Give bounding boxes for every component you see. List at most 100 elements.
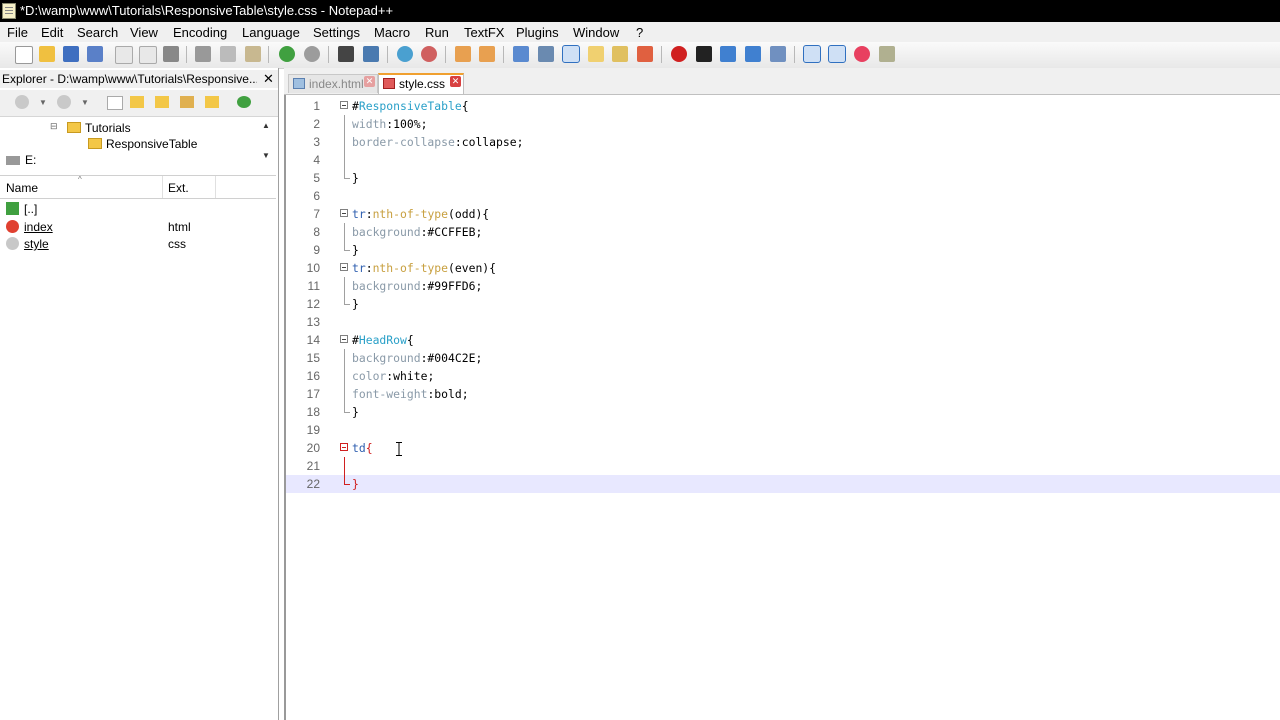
menu-view[interactable]: View [130,25,158,40]
fold-toggle-icon[interactable] [340,263,348,271]
language-folder-icon[interactable] [588,46,604,62]
forward-icon[interactable] [57,95,71,109]
tree-item-tutorials[interactable]: Tutorials [67,121,131,135]
scroll-up-icon[interactable]: ▲ [262,121,272,130]
column-name[interactable]: Name [6,181,38,195]
menu-edit[interactable]: Edit [41,25,63,40]
sync-horizontal-icon[interactable] [479,46,495,62]
play-macro-icon[interactable] [720,46,736,62]
code-line[interactable]: 12 } [286,295,1280,313]
code-line[interactable]: 3 border-collapse:collapse; [286,133,1280,151]
fold-toggle-icon[interactable] [340,335,348,343]
code-line[interactable]: 10 tr:nth-of-type(even){ [286,259,1280,277]
open-folder-icon[interactable] [155,96,169,108]
auto-spell-check-icon[interactable] [828,45,846,63]
code-line[interactable]: 20 td{ [286,439,1280,457]
column-divider[interactable] [215,176,216,198]
menu-plugins[interactable]: Plugins [516,25,559,40]
code-line[interactable]: 1 #ResponsiveTable{ [286,97,1280,115]
heart-icon[interactable] [854,46,870,62]
run-macro-multiple-icon[interactable] [745,46,761,62]
fold-toggle-icon[interactable] [340,209,348,217]
list-item[interactable]: index html [0,218,276,235]
code-line[interactable]: 4 [286,151,1280,169]
stop-macro-icon[interactable] [696,46,712,62]
scroll-down-icon[interactable]: ▼ [262,151,272,160]
record-macro-icon[interactable] [671,46,687,62]
menu-textfx[interactable]: TextFX [464,25,504,40]
code-line[interactable]: 6 [286,187,1280,205]
print-icon[interactable] [163,46,179,62]
sync-vertical-icon[interactable] [455,46,471,62]
save-icon[interactable] [63,46,79,62]
code-line[interactable]: 16 color:white; [286,367,1280,385]
column-divider[interactable] [162,176,163,198]
code-line[interactable]: 2 width:100%; [286,115,1280,133]
code-line[interactable]: 19 [286,421,1280,439]
tree-item-responsivetable[interactable]: ResponsiveTable [88,137,197,151]
menu-macro[interactable]: Macro [374,25,410,40]
current-code-line[interactable]: 22 } [286,475,1280,493]
back-icon[interactable] [15,95,29,109]
code-line[interactable]: 7 tr:nth-of-type(odd){ [286,205,1280,223]
fold-toggle-icon[interactable] [340,443,348,451]
close-all-icon[interactable] [139,46,157,64]
paste-icon[interactable] [245,46,261,62]
menu-language[interactable]: Language [242,25,300,40]
indent-guide-icon[interactable] [562,45,580,63]
menu-help[interactable]: ? [636,25,643,40]
open-file-icon[interactable] [39,46,55,62]
column-ext[interactable]: Ext. [168,181,189,195]
spell-check-icon[interactable] [803,45,821,63]
code-line[interactable]: 9 } [286,241,1280,259]
save-macro-icon[interactable] [770,46,786,62]
code-line[interactable]: 8 background:#CCFFEB; [286,223,1280,241]
back-dropdown-icon[interactable]: ▼ [39,98,47,107]
zoom-out-icon[interactable] [421,46,437,62]
code-line[interactable]: 21 [286,457,1280,475]
copy-icon[interactable] [220,46,236,62]
close-tab-icon[interactable]: ✕ [450,76,461,87]
code-line[interactable]: 11 background:#99FFD6; [286,277,1280,295]
replace-icon[interactable] [363,46,379,62]
menu-search[interactable]: Search [77,25,118,40]
user-folder-icon[interactable] [180,96,194,108]
plugin-icon[interactable] [879,46,895,62]
close-icon[interactable] [115,46,133,64]
close-tab-icon[interactable]: ✕ [364,76,375,87]
function-list-icon[interactable] [637,46,653,62]
word-wrap-icon[interactable] [513,46,529,62]
close-icon[interactable]: ✕ [263,71,274,87]
menu-run[interactable]: Run [425,25,449,40]
code-line[interactable]: 17 font-weight:bold; [286,385,1280,403]
filter-folder-icon[interactable] [205,96,219,108]
fold-toggle-icon[interactable] [340,101,348,109]
code-line[interactable]: 14 #HeadRow{ [286,331,1280,349]
new-file-icon[interactable] [15,46,33,64]
cut-icon[interactable] [195,46,211,62]
forward-dropdown-icon[interactable]: ▼ [81,98,89,107]
find-icon[interactable] [338,46,354,62]
new-folder-icon[interactable] [130,96,144,108]
menu-encoding[interactable]: Encoding [173,25,227,40]
save-all-icon[interactable] [87,46,103,62]
list-item[interactable]: [..] [0,200,276,217]
code-editor[interactable]: 1 #ResponsiveTable{ 2 width:100%; 3 bord… [284,95,1280,720]
tree-item-drive[interactable]: E: [6,153,36,167]
tab-index-html[interactable]: index.html ✕ [288,74,378,93]
code-line[interactable]: 13 [286,313,1280,331]
list-item[interactable]: style css [0,235,276,252]
menu-settings[interactable]: Settings [313,25,360,40]
menu-file[interactable]: File [7,25,28,40]
tab-style-css[interactable]: style.css ✕ [378,73,464,94]
code-line[interactable]: 5 } [286,169,1280,187]
menu-window[interactable]: Window [573,25,619,40]
undo-icon[interactable] [279,46,295,62]
document-map-icon[interactable] [612,46,628,62]
zoom-in-icon[interactable] [397,46,413,62]
new-file-icon[interactable] [107,96,123,110]
collapse-icon[interactable]: ⊟ [50,121,58,132]
code-line[interactable]: 18 } [286,403,1280,421]
refresh-icon[interactable] [237,96,251,108]
redo-icon[interactable] [304,46,320,62]
